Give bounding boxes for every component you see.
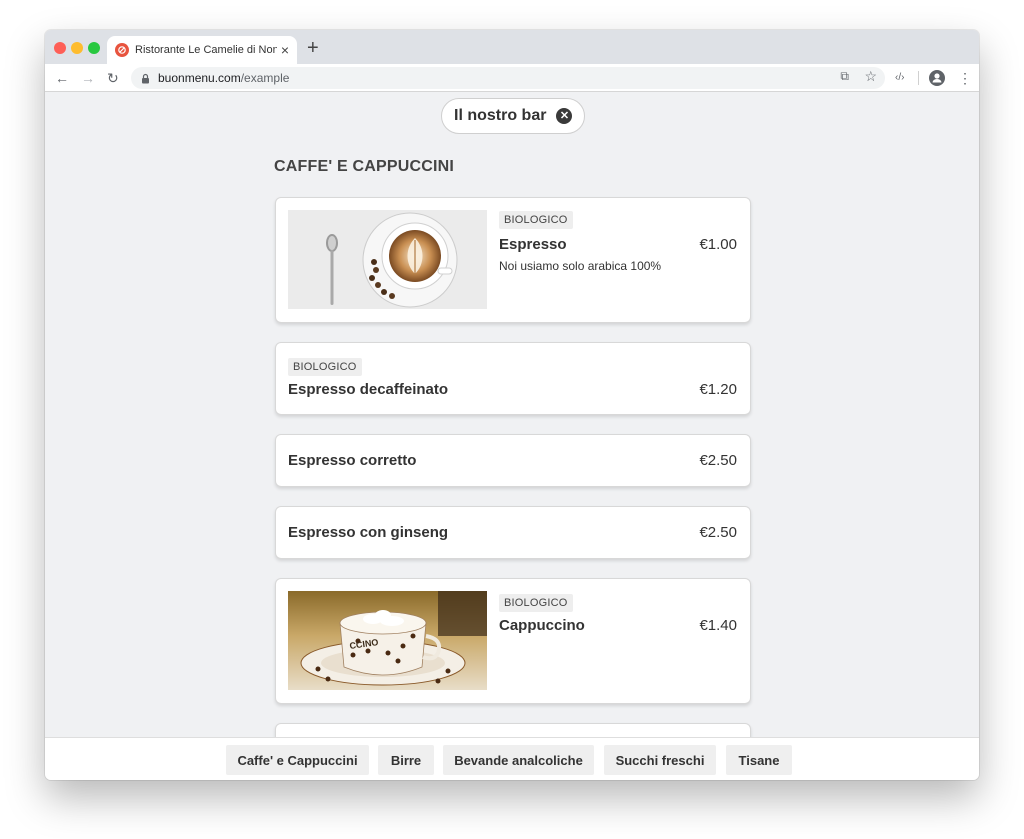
- menu-item-card[interactable]: BIOLOGICO Espresso decaffeinato €1.20: [275, 342, 751, 415]
- item-name: Espresso con ginseng: [288, 524, 449, 541]
- open-external-icon[interactable]: ⧉: [840, 69, 849, 84]
- back-arrow-icon[interactable]: ←: [55, 69, 69, 87]
- badge-biologico: BIOLOGICO: [499, 211, 573, 229]
- category-button-birre[interactable]: Birre: [378, 745, 434, 775]
- item-price: €2.50: [699, 524, 737, 541]
- menu-item-card[interactable]: BIOLOGICO Espresso €1.00 Noi usiamo solo…: [275, 197, 751, 323]
- page-content: Il nostro bar ✕ CAFFE' E CAPPUCCINI BIOL…: [45, 92, 979, 737]
- close-circle-icon[interactable]: ✕: [556, 108, 573, 124]
- item-price: €2.50: [699, 452, 737, 469]
- tab-close-icon[interactable]: ×: [281, 43, 289, 57]
- tab-strip: Ristorante Le Camelie di Nonna Ida × +: [45, 30, 979, 64]
- reload-icon[interactable]: ↻: [107, 69, 119, 87]
- badge-biologico: BIOLOGICO: [288, 358, 362, 376]
- browser-tab[interactable]: Ristorante Le Camelie di Nonna Ida ×: [107, 36, 297, 64]
- maximize-window-button[interactable]: [88, 42, 100, 54]
- cappuccino-photo: CCINO: [288, 591, 487, 690]
- browser-window: Ristorante Le Camelie di Nonna Ida × + ←…: [45, 30, 979, 780]
- new-tab-icon[interactable]: +: [307, 38, 319, 58]
- profile-avatar-icon[interactable]: [929, 70, 945, 86]
- category-button-succhi[interactable]: Succhi freschi: [604, 745, 716, 775]
- menu-item-card[interactable]: CCINO BIOLOGICO Cappuccino €1.40: [275, 578, 751, 704]
- forward-arrow-icon[interactable]: →: [81, 69, 95, 87]
- item-name: Espresso corretto: [288, 452, 417, 469]
- menu-item-card[interactable]: [275, 723, 751, 737]
- url-host: buonmenu.com: [158, 71, 241, 85]
- tab-title: Ristorante Le Camelie di Nonna Ida: [135, 44, 277, 56]
- item-name: Espresso decaffeinato: [288, 381, 449, 398]
- menu-kebab-icon[interactable]: ⋮: [958, 69, 972, 87]
- toolbar-divider: [918, 71, 919, 85]
- espresso-photo: [288, 210, 487, 309]
- menu-item-card[interactable]: Espresso con ginseng €2.50: [275, 506, 751, 559]
- badge-biologico: BIOLOGICO: [499, 594, 573, 612]
- lock-icon: [142, 73, 149, 83]
- item-price: €1.20: [699, 381, 737, 398]
- browser-toolbar: ← → ↻ buonmenu.com/example ⧉ ☆ ‹/› ⋮: [45, 64, 979, 92]
- minimize-window-button[interactable]: [71, 42, 83, 54]
- extension-icon[interactable]: ‹/›: [895, 69, 904, 87]
- item-name: Cappuccino: [499, 617, 585, 634]
- menu-item-card[interactable]: Espresso corretto €2.50: [275, 434, 751, 487]
- category-button-caffe[interactable]: Caffe' e Cappuccini: [226, 745, 369, 775]
- filter-chip-label: Il nostro bar: [454, 107, 547, 124]
- category-button-tisane[interactable]: Tisane: [726, 745, 792, 775]
- section-title: CAFFE' E CAPPUCCINI: [274, 158, 455, 175]
- bookmark-star-icon[interactable]: ☆: [864, 68, 877, 85]
- favicon-icon: [115, 43, 129, 57]
- address-bar[interactable]: buonmenu.com/example ⧉ ☆: [131, 67, 885, 89]
- filter-chip[interactable]: Il nostro bar ✕: [441, 98, 586, 134]
- item-name: Espresso: [499, 236, 567, 253]
- item-price: €1.00: [699, 236, 737, 253]
- close-window-button[interactable]: [54, 42, 66, 54]
- category-button-bevande[interactable]: Bevande analcoliche: [443, 745, 594, 775]
- item-price: €1.40: [699, 617, 737, 634]
- url-path: /example: [240, 71, 290, 85]
- category-nav: Caffe' e Cappuccini Birre Bevande analco…: [45, 737, 979, 780]
- item-description: Noi usiamo solo arabica 100%: [499, 259, 662, 273]
